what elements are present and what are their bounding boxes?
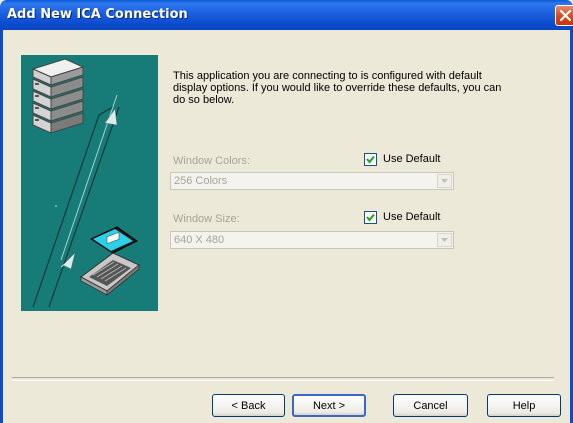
server-icon — [31, 58, 85, 134]
checkmark-icon — [366, 213, 375, 222]
chevron-down-icon — [441, 179, 448, 183]
title-bar[interactable]: Add New ICA Connection — [0, 0, 573, 30]
window-colors-label: Window Colors: — [173, 155, 251, 167]
window-border-left — [0, 30, 3, 423]
window-colors-use-default-checkbox[interactable] — [364, 153, 377, 166]
window-title: Add New ICA Connection — [7, 7, 188, 22]
cancel-button[interactable]: Cancel — [393, 394, 468, 417]
window-colors-use-default-label: Use Default — [383, 153, 441, 165]
window-colors-use-default[interactable]: Use Default — [364, 153, 454, 167]
button-divider — [12, 377, 554, 381]
back-button[interactable]: < Back — [212, 394, 285, 417]
window-colors-select[interactable]: 256 Colors — [170, 172, 454, 190]
server-to-laptop-graphic — [31, 58, 140, 308]
intro-text: This application you are connecting to i… — [173, 70, 502, 106]
chevron-down-icon — [441, 238, 448, 242]
window-colors-value: 256 Colors — [174, 175, 228, 187]
next-button[interactable]: Next > — [292, 394, 366, 417]
connection-illustration — [21, 55, 158, 311]
window-size-use-default-label: Use Default — [383, 211, 441, 223]
window-size-use-default[interactable]: Use Default — [364, 211, 454, 225]
laptop-icon — [80, 226, 140, 296]
help-button[interactable]: Help — [487, 394, 561, 417]
close-icon — [559, 9, 572, 22]
window-size-select[interactable]: 640 X 480 — [170, 231, 454, 249]
window-size-label: Window Size: — [173, 213, 240, 225]
window-size-use-default-checkbox[interactable] — [364, 211, 377, 224]
window-size-value: 640 X 480 — [174, 234, 225, 246]
window-size-dropdown-arrow[interactable] — [437, 233, 452, 247]
window-colors-dropdown-arrow[interactable] — [437, 174, 452, 188]
close-button[interactable] — [555, 5, 573, 26]
checkmark-icon — [366, 155, 375, 164]
